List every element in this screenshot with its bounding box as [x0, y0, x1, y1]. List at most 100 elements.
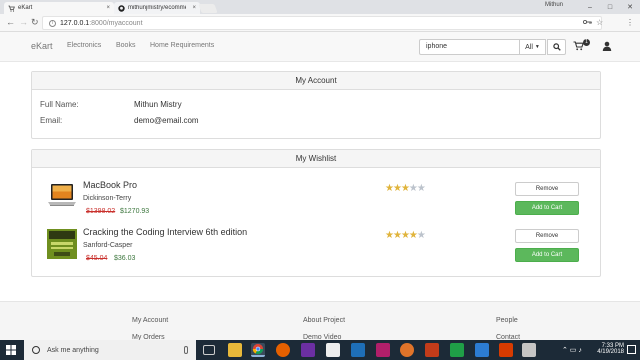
postman-icon[interactable]	[400, 343, 414, 357]
item-title[interactable]: MacBook Pro	[83, 180, 137, 190]
star-filled-icon: ★	[392, 230, 402, 241]
site-navbar: eKart Electronics Books Home Requirement…	[0, 32, 640, 62]
item-seller: Dickinson-Terry	[83, 195, 132, 202]
wishlist-panel: My Wishlist MacBook Pro Dickinson-Terry …	[31, 149, 601, 277]
browser-tab-strip: eKart × mithunjmistry/ecommerce × Mithun…	[0, 0, 640, 14]
star-filled-icon: ★	[392, 183, 402, 194]
item-title[interactable]: Cracking the Coding Interview 6th editio…	[83, 227, 247, 237]
item-price: $36.03	[114, 255, 136, 262]
new-tab-button[interactable]	[198, 4, 218, 13]
add-to-cart-button[interactable]: Add to Cart	[515, 201, 579, 215]
close-window-icon[interactable]: ✕	[620, 0, 640, 14]
star-rating: ★★★★★	[385, 183, 426, 194]
app-icon[interactable]	[475, 343, 489, 357]
book-thumbnail[interactable]	[46, 228, 78, 260]
ekart-favicon-icon	[8, 5, 15, 12]
site-footer: My Account My Orders About Project Demo …	[0, 301, 640, 341]
cart-count-badge: 1	[583, 39, 590, 46]
chrome-icon[interactable]	[251, 343, 265, 357]
star-empty-icon: ★	[416, 183, 426, 194]
item-old-price: $1398.02	[86, 208, 116, 215]
minimize-icon[interactable]: –	[580, 0, 600, 14]
email-value: demo@email.com	[134, 116, 199, 125]
full-name-value: Mithun Mistry	[134, 100, 182, 109]
url-host: 127.0.0.1	[60, 19, 90, 27]
profile-name[interactable]: Mithun	[545, 2, 563, 8]
star-filled-icon: ★	[408, 230, 418, 241]
footer-link-people[interactable]: People	[496, 317, 518, 324]
star-filled-icon: ★	[400, 183, 410, 194]
brand-logo[interactable]: eKart	[31, 41, 53, 51]
github-icon	[118, 4, 125, 12]
info-icon[interactable]: i	[49, 19, 56, 27]
bookmark-star-icon[interactable]: ☆	[596, 18, 603, 27]
tab-ekart[interactable]: eKart ×	[4, 2, 114, 14]
wishlist-item: MacBook Pro Dickinson-Terry $1398.02 $12…	[32, 180, 602, 226]
star-rating: ★★★★★	[385, 230, 426, 241]
full-name-label: Full Name:	[40, 100, 79, 109]
tab-close-icon[interactable]: ×	[106, 5, 110, 11]
firefox-icon[interactable]	[276, 343, 290, 357]
account-panel-heading: My Account	[32, 72, 600, 90]
key-icon[interactable]	[582, 18, 592, 27]
task-view-icon[interactable]	[203, 345, 215, 355]
visual-studio-icon[interactable]	[301, 343, 315, 357]
nav-link-home-requirements[interactable]: Home Requirements	[150, 42, 214, 49]
vscode-icon[interactable]	[351, 343, 365, 357]
star-empty-icon: ★	[408, 183, 418, 194]
caret-down-icon: ▼	[534, 44, 540, 50]
notepad-icon[interactable]	[326, 343, 340, 357]
forward-arrow-icon[interactable]: →	[19, 17, 28, 27]
footer-link-my-account[interactable]: My Account	[132, 317, 168, 324]
app-icon[interactable]	[499, 343, 513, 357]
browser-toolbar: ← → ↻ i 127.0.0.1:8000/myaccount ☆ ⋮	[0, 14, 640, 32]
windows-taskbar: Ask me anything ⌃ ▭ ♪ 7:33 PM 4/19/2018	[0, 340, 640, 360]
intellij-icon[interactable]	[376, 343, 390, 357]
star-empty-icon: ★	[416, 230, 426, 241]
item-old-price: $45.04	[86, 255, 108, 262]
powerpoint-icon[interactable]	[425, 343, 439, 357]
menu-icon[interactable]: ⋮	[626, 18, 634, 27]
user-account-icon[interactable]	[602, 41, 612, 53]
nav-link-electronics[interactable]: Electronics	[67, 42, 101, 49]
account-panel: My Account Full Name: Mithun Mistry Emai…	[31, 71, 601, 139]
windows-start-icon[interactable]	[6, 345, 16, 357]
app-icon[interactable]	[522, 343, 536, 357]
back-arrow-icon[interactable]: ←	[6, 17, 15, 27]
remove-button[interactable]: Remove	[515, 229, 579, 243]
url-path: :8000/myaccount	[89, 19, 143, 27]
search-input[interactable]: iphone	[419, 39, 520, 55]
category-dropdown[interactable]: All ▼	[520, 39, 546, 55]
search-button[interactable]	[547, 39, 566, 55]
maximize-icon[interactable]: □	[600, 0, 620, 14]
reload-icon[interactable]: ↻	[31, 17, 39, 28]
star-filled-icon: ★	[400, 230, 410, 241]
clock-date: 4/19/2018	[597, 349, 624, 355]
wishlist-item: Cracking the Coding Interview 6th editio…	[32, 227, 602, 273]
nav-link-books[interactable]: Books	[116, 42, 135, 49]
address-bar[interactable]: i 127.0.0.1:8000/myaccount	[42, 16, 602, 30]
microphone-icon[interactable]	[184, 346, 188, 354]
search-icon	[552, 43, 561, 51]
macbook-thumbnail[interactable]	[46, 181, 78, 213]
footer-link-about-project[interactable]: About Project	[303, 317, 345, 324]
pycharm-icon[interactable]	[450, 343, 464, 357]
cart-button[interactable]: 1	[573, 39, 590, 53]
tray-icons[interactable]: ⌃ ▭ ♪	[562, 346, 582, 354]
cortana-icon	[32, 346, 40, 354]
taskbar-search-placeholder: Ask me anything	[47, 346, 99, 354]
item-seller: Sanford-Casper	[83, 242, 133, 249]
tab-close-icon[interactable]: ×	[192, 5, 196, 11]
taskbar-search[interactable]: Ask me anything	[24, 340, 196, 360]
notification-icon[interactable]	[627, 345, 636, 354]
email-label: Email:	[40, 116, 63, 125]
star-filled-icon: ★	[385, 183, 394, 194]
taskbar-clock[interactable]: 7:33 PM 4/19/2018	[590, 343, 624, 355]
add-to-cart-button[interactable]: Add to Cart	[515, 248, 579, 262]
wishlist-panel-heading: My Wishlist	[32, 150, 600, 168]
category-label: All	[525, 43, 533, 51]
file-explorer-icon[interactable]	[228, 343, 242, 357]
tab-github[interactable]: mithunjmistry/ecommerce ×	[114, 2, 200, 14]
remove-button[interactable]: Remove	[515, 182, 579, 196]
tab-title: mithunjmistry/ecommerce	[128, 5, 186, 11]
